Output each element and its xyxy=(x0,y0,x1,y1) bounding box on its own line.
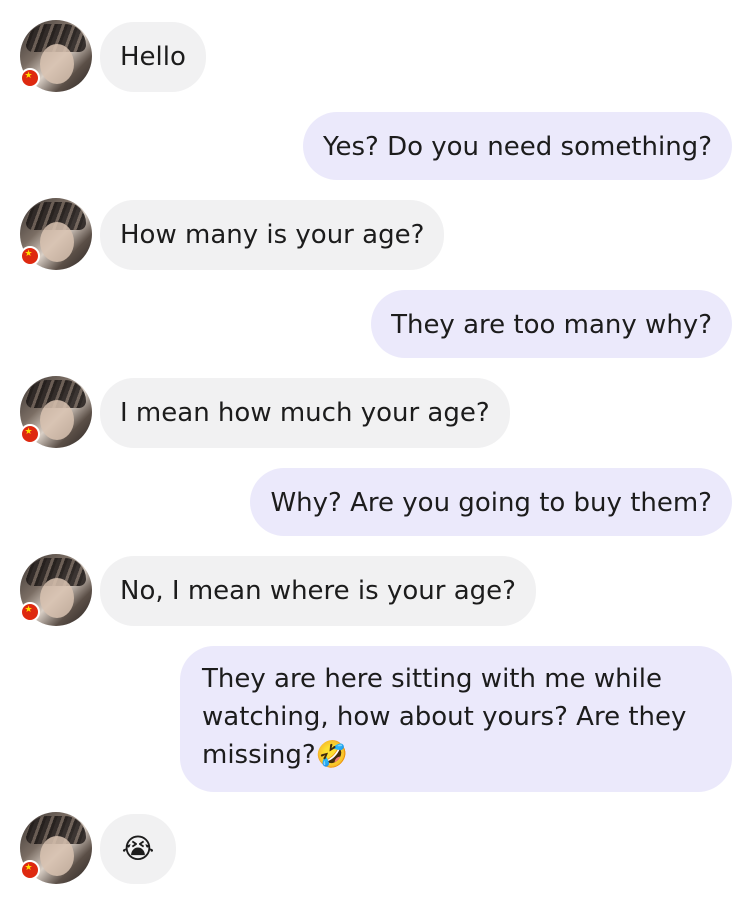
message-row: Yes? Do you need something? xyxy=(0,112,752,180)
contact-avatar[interactable]: ★ xyxy=(20,20,92,92)
message-row: They are here sitting with me while watc… xyxy=(0,646,752,792)
contact-avatar[interactable]: ★ xyxy=(20,198,92,270)
message-row: ★ 😭 xyxy=(0,812,752,884)
contact-avatar[interactable]: ★ xyxy=(20,554,92,626)
china-flag-icon: ★ xyxy=(20,246,40,266)
outgoing-message-bubble[interactable]: They are too many why? xyxy=(371,290,732,358)
outgoing-message-bubble[interactable]: They are here sitting with me while watc… xyxy=(180,646,732,792)
message-row: ★ How many is your age? xyxy=(0,198,752,270)
incoming-emoji-bubble[interactable]: 😭 xyxy=(100,814,176,884)
china-flag-icon: ★ xyxy=(20,68,40,88)
china-flag-icon: ★ xyxy=(20,602,40,622)
contact-avatar[interactable]: ★ xyxy=(20,376,92,448)
message-row: They are too many why? xyxy=(0,290,752,358)
outgoing-message-bubble[interactable]: Yes? Do you need something? xyxy=(303,112,732,180)
contact-avatar[interactable]: ★ xyxy=(20,812,92,884)
incoming-message-bubble[interactable]: Hello xyxy=(100,22,206,92)
message-row: Why? Are you going to buy them? xyxy=(0,468,752,536)
message-row: ★ I mean how much your age? xyxy=(0,376,752,448)
china-flag-icon: ★ xyxy=(20,424,40,444)
message-row: ★ Hello xyxy=(0,20,752,92)
message-row: ★ No, I mean where is your age? xyxy=(0,554,752,626)
china-flag-icon: ★ xyxy=(20,860,40,880)
outgoing-message-bubble[interactable]: Why? Are you going to buy them? xyxy=(250,468,732,536)
incoming-message-bubble[interactable]: How many is your age? xyxy=(100,200,445,270)
incoming-message-bubble[interactable]: I mean how much your age? xyxy=(100,378,510,448)
incoming-message-bubble[interactable]: No, I mean where is your age? xyxy=(100,556,536,626)
